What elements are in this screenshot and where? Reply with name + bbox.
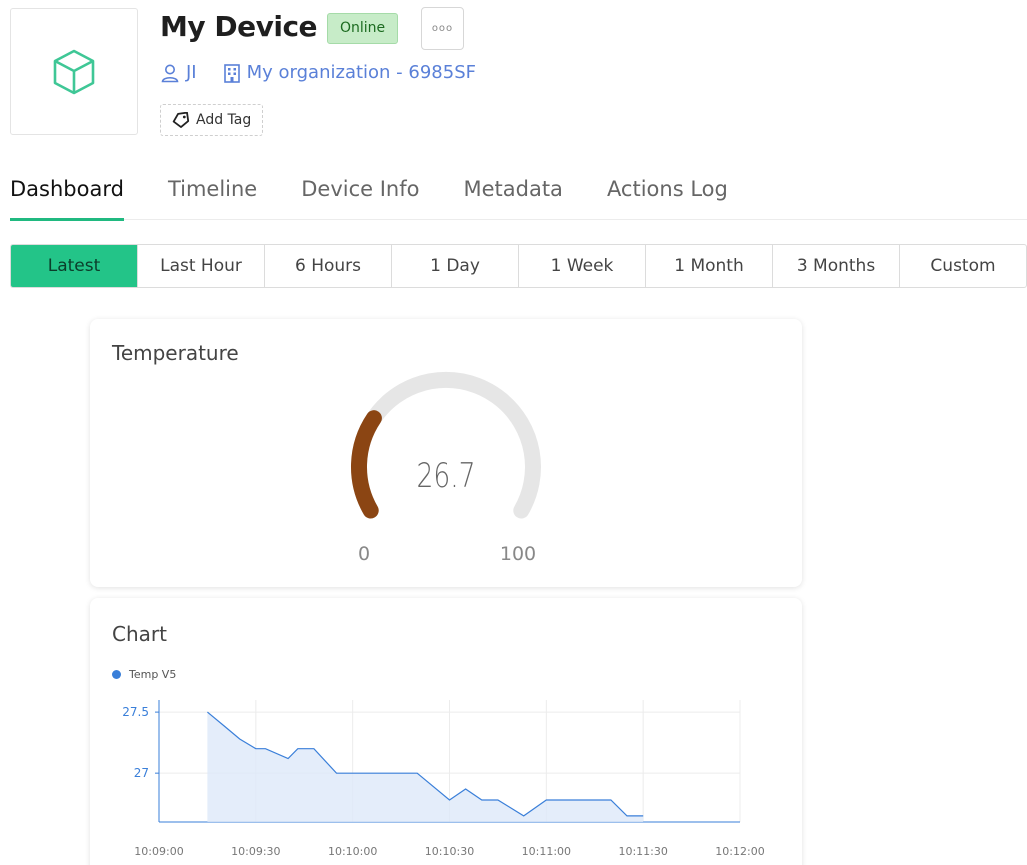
tab-dashboard[interactable]: Dashboard (10, 170, 124, 221)
device-meta: JI My organization - 6985SF (160, 62, 476, 83)
owner-link[interactable]: JI (186, 62, 197, 83)
range-1-day[interactable]: 1 Day (392, 245, 519, 287)
x-tick-label: 10:09:30 (231, 845, 280, 858)
x-tick-label: 10:12:00 (715, 845, 764, 858)
user-icon (161, 64, 179, 82)
gauge-value: 26.7 (416, 457, 475, 496)
gauge: 26.7 0 100 (350, 372, 541, 565)
temperature-widget[interactable]: Temperature 26.7 0 100 (90, 319, 802, 587)
range-last-hour[interactable]: Last Hour (138, 245, 265, 287)
more-options-label: ooo (431, 23, 454, 34)
tab-timeline[interactable]: Timeline (168, 170, 257, 220)
tab-actions-log[interactable]: Actions Log (607, 170, 728, 220)
cube-icon (53, 49, 95, 94)
range-custom[interactable]: Custom (900, 245, 1026, 287)
device-image (10, 8, 138, 135)
x-tick-label: 10:10:30 (425, 845, 474, 858)
x-tick-label: 10:10:00 (328, 845, 377, 858)
gauge-max-label: 100 (500, 543, 536, 565)
range-3-months[interactable]: 3 Months (773, 245, 900, 287)
gauge-fill (350, 410, 382, 519)
chart-widget[interactable]: Chart Temp V5 10:09:00 10:09:30 10:10:00 10… (90, 598, 802, 865)
device-title: My Device (160, 10, 318, 43)
tag-icon (172, 112, 190, 128)
range-1-week[interactable]: 1 Week (519, 245, 646, 287)
status-badge: Online (327, 13, 399, 44)
y-tick-label: 27.5 (122, 705, 149, 719)
series-area (207, 712, 644, 822)
range-6-hours[interactable]: 6 Hours (265, 245, 392, 287)
building-icon (223, 63, 240, 83)
range-1-month[interactable]: 1 Month (646, 245, 773, 287)
x-tick-label: 10:11:00 (522, 845, 571, 858)
tab-metadata[interactable]: Metadata (463, 170, 562, 220)
tab-device-info[interactable]: Device Info (301, 170, 419, 220)
gauge-min-label: 0 (358, 543, 370, 565)
device-tabs: Dashboard Timeline Device Info Metadata … (10, 170, 1027, 221)
x-tick-label: 10:11:30 (618, 845, 667, 858)
time-range-selector: Latest Last Hour 6 Hours 1 Day 1 Week 1 … (10, 244, 1027, 288)
add-tag-button[interactable]: Add Tag (160, 104, 264, 136)
range-latest[interactable]: Latest (11, 245, 138, 287)
line-chart: 10:09:00 10:09:30 10:10:00 10:10:30 10:11:00… (122, 700, 765, 858)
y-tick-label: 27 (134, 766, 149, 780)
organization-link[interactable]: My organization - 6985SF (247, 62, 476, 83)
more-options-button[interactable]: ooo (421, 7, 464, 50)
x-tick-label: 10:09:00 (134, 845, 183, 858)
add-tag-label: Add Tag (196, 112, 252, 128)
